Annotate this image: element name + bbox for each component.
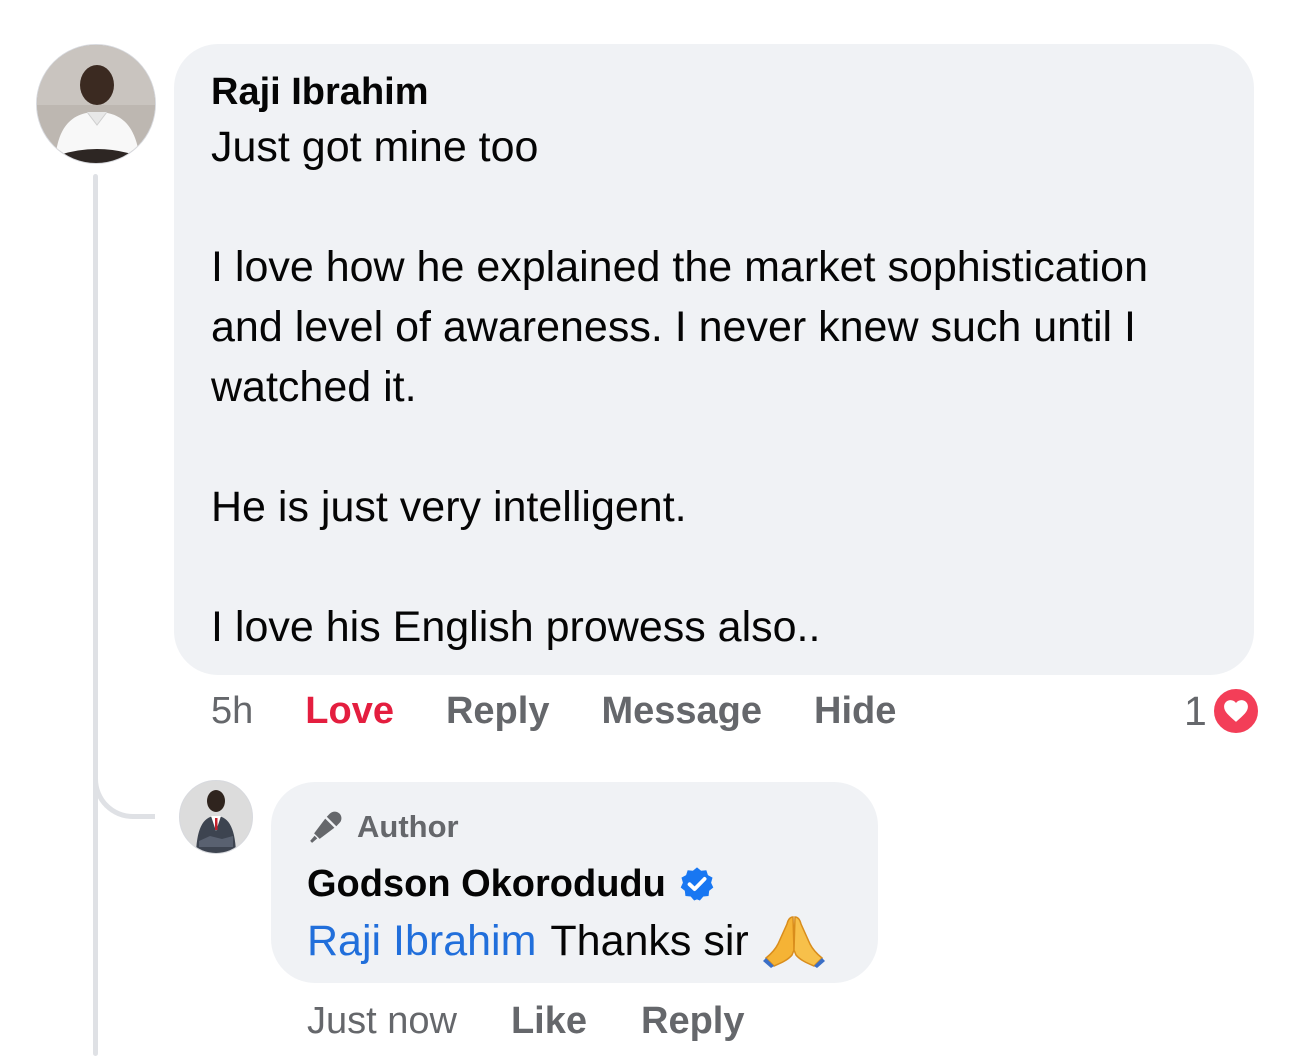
comment-bubble: Raji Ibrahim Just got mine too I love ho…	[174, 44, 1254, 675]
love-button[interactable]: Love	[305, 690, 394, 733]
author-badge-label: Author	[357, 809, 459, 844]
reply-author-name[interactable]: Godson Okorodudu	[307, 862, 666, 906]
reply-actions: Just now Like Reply	[307, 1000, 745, 1043]
reply-text: Raji Ibrahim Thanks sir	[307, 914, 842, 968]
heart-icon	[1210, 686, 1261, 736]
reply-timestamp[interactable]: Just now	[307, 1000, 457, 1043]
mention-link[interactable]: Raji Ibrahim	[307, 915, 536, 967]
profile-photo	[37, 45, 155, 163]
reply-button[interactable]: Reply	[641, 1000, 744, 1043]
comment-author-name[interactable]: Raji Ibrahim	[211, 70, 1218, 114]
hide-button[interactable]: Hide	[814, 690, 896, 733]
folded-hands-icon	[762, 916, 825, 968]
profile-photo	[180, 781, 252, 853]
comment-actions: 5h Love Reply Message Hide	[211, 690, 896, 733]
author-badge: Author	[307, 808, 842, 846]
reply-avatar[interactable]	[179, 780, 253, 854]
thread-line	[93, 174, 98, 1056]
reply-body-text: Thanks sir	[550, 917, 749, 965]
message-button[interactable]: Message	[601, 690, 762, 733]
thread-branch-connector	[93, 745, 155, 819]
reaction-summary[interactable]: 1	[1184, 686, 1261, 736]
comment-timestamp[interactable]: 5h	[211, 690, 253, 733]
reply-button[interactable]: Reply	[446, 690, 549, 733]
verified-badge-icon	[680, 867, 714, 901]
microphone-icon	[310, 811, 342, 843]
reply-bubble: Author Godson Okorodudu Raji Ibrahim Tha…	[271, 782, 878, 983]
comment-text: Just got mine too I love how he explaine…	[211, 123, 1148, 651]
avatar[interactable]	[36, 44, 156, 164]
reaction-count: 1	[1184, 687, 1207, 734]
like-button[interactable]: Like	[511, 1000, 587, 1043]
reply-name-row: Godson Okorodudu	[307, 862, 842, 906]
